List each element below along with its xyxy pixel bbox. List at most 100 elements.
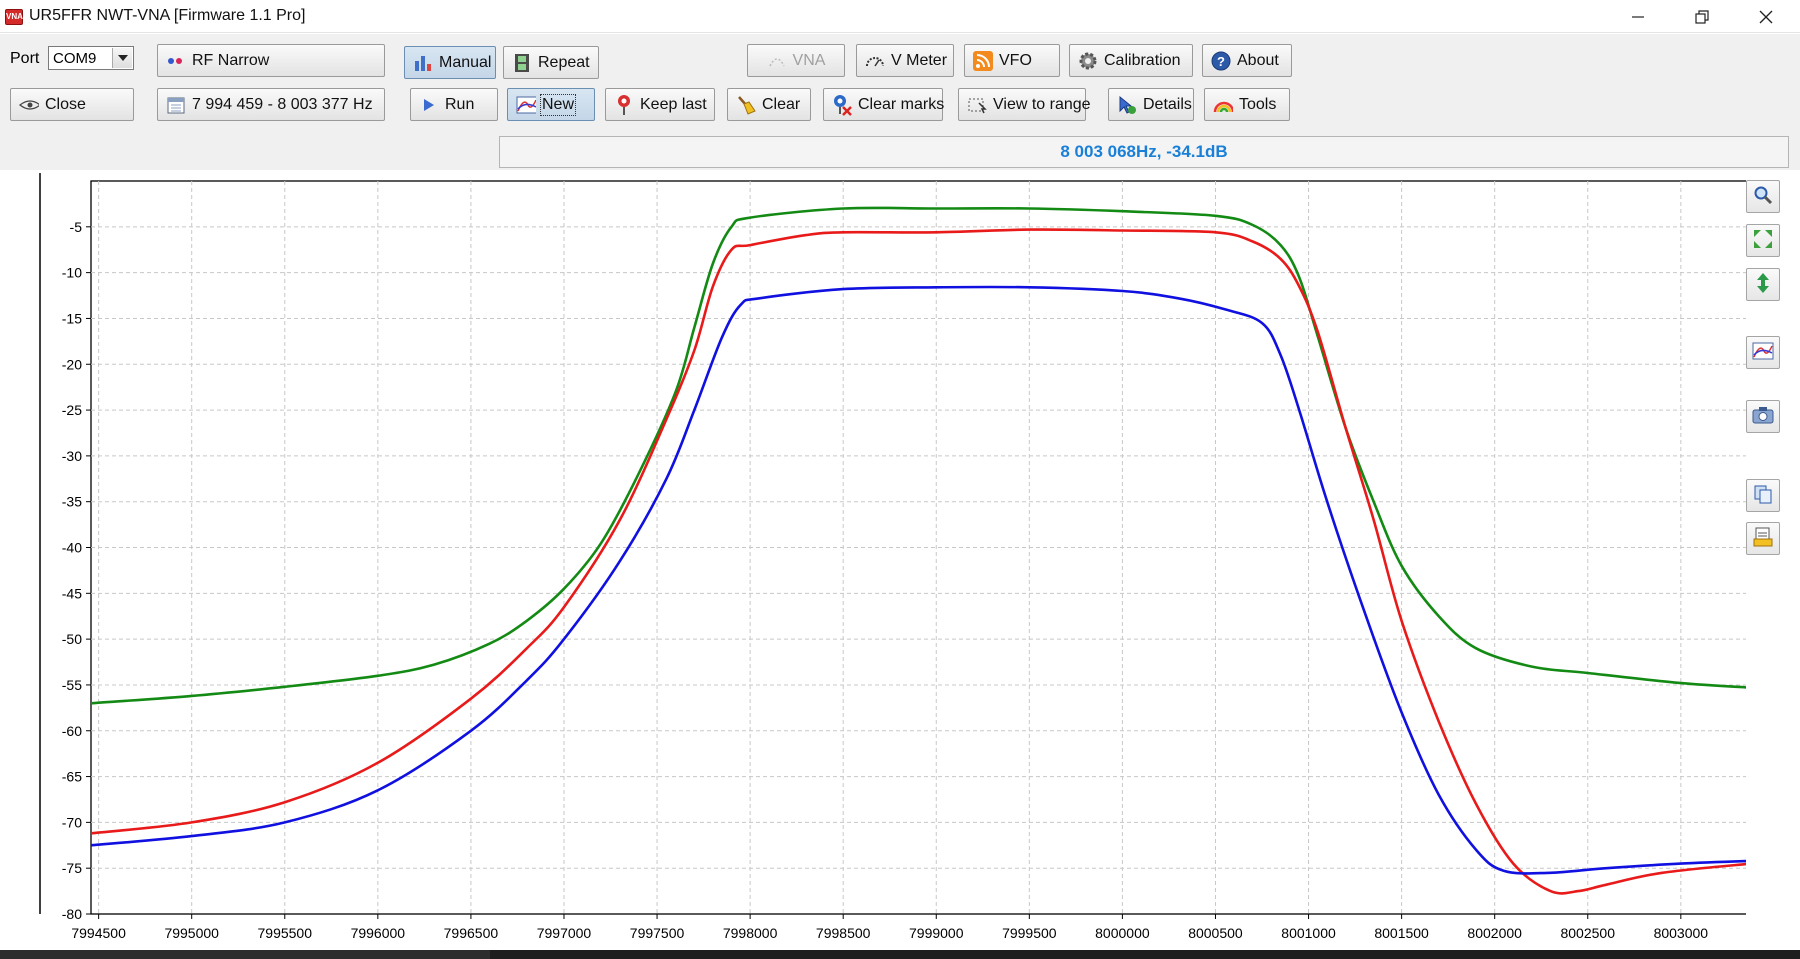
document-icon (1753, 527, 1773, 551)
rss-icon (973, 50, 993, 71)
bar-chart-icon (413, 53, 433, 73)
port-value: COM9 (53, 49, 97, 67)
about-label: About (1237, 51, 1279, 69)
y-tick-label: -35 (62, 494, 82, 510)
x-tick-label: 7995500 (258, 925, 313, 940)
clear-marks-icon (832, 94, 852, 116)
clear-marks-button[interactable]: Clear marks (823, 88, 945, 121)
details-button[interactable]: Details (1108, 88, 1194, 121)
pin-icon (614, 94, 634, 115)
port-label: Port (10, 50, 40, 67)
dots-icon (166, 51, 186, 71)
vmeter-button[interactable]: V Meter (856, 44, 954, 77)
magnifier-icon (1753, 185, 1773, 209)
window-title: UR5FFR NWT-VNA [Firmware 1.1 Pro] (29, 7, 306, 24)
x-tick-label: 8003000 (1654, 925, 1709, 940)
rainbow-icon (1213, 95, 1233, 115)
vfo-button[interactable]: VFO (964, 44, 1060, 77)
manual-label: Manual (439, 53, 492, 71)
screenshot-button[interactable] (1746, 400, 1780, 433)
y-tick-label: -45 (62, 585, 82, 601)
x-tick-label: 7994500 (71, 925, 126, 940)
fit-all-button[interactable] (1746, 224, 1780, 257)
keep-last-button[interactable]: Keep last (605, 88, 715, 121)
x-tick-label: 7998500 (816, 925, 871, 940)
chart-icon (1752, 341, 1774, 365)
x-tick-label: 7996000 (351, 925, 406, 940)
expand-icon (1752, 228, 1774, 254)
cursor-details-icon (1117, 95, 1137, 115)
app-icon: VNA (5, 9, 23, 25)
calibration-button[interactable]: Calibration (1069, 44, 1193, 77)
port-select[interactable]: COM9 (48, 46, 134, 70)
zoom-button[interactable] (1746, 180, 1780, 213)
y-tick-label: -80 (62, 906, 82, 922)
y-tick-label: -10 (62, 265, 82, 281)
y-tick-label: -25 (62, 402, 82, 418)
play-icon (419, 95, 439, 115)
view-to-range-label: View to range (993, 95, 1091, 113)
close-label: Close (45, 95, 86, 113)
export-button[interactable] (1746, 522, 1780, 555)
new-button[interactable]: New (507, 88, 595, 121)
y-tick-label: -40 (62, 540, 82, 556)
help-icon: ? (1211, 51, 1231, 71)
tools-button[interactable]: Tools (1204, 88, 1290, 121)
x-tick-label: 8000000 (1095, 925, 1150, 940)
copy-icon (1753, 484, 1773, 508)
x-tick-label: 7997000 (537, 925, 592, 940)
vertical-arrows-icon (1756, 272, 1770, 298)
svg-text:?: ? (1217, 54, 1225, 69)
title-bar: VNA UR5FFR NWT-VNA [Firmware 1.1 Pro] (0, 0, 1800, 33)
eye-icon (19, 95, 39, 115)
repeat-button[interactable]: Repeat (503, 46, 599, 79)
details-label: Details (1143, 95, 1192, 113)
minimize-button[interactable] (1606, 0, 1670, 33)
close-button[interactable]: Close (10, 88, 134, 121)
x-tick-label: 7999000 (909, 925, 964, 940)
y-tick-label: -75 (62, 860, 82, 876)
run-button[interactable]: Run (410, 88, 498, 121)
taskbar-strip (0, 950, 1800, 959)
y-tick-label: -55 (62, 677, 82, 693)
about-button[interactable]: ? About (1202, 44, 1292, 77)
calendar-icon (166, 95, 186, 115)
vfo-label: VFO (999, 51, 1032, 69)
x-tick-label: 7995000 (164, 925, 219, 940)
copy-button[interactable] (1746, 479, 1780, 512)
x-tick-label: 8001500 (1374, 925, 1429, 940)
y-tick-label: -30 (62, 448, 82, 464)
clear-marks-label: Clear marks (858, 95, 945, 113)
manual-button[interactable]: Manual (404, 46, 496, 79)
y-tick-label: -60 (62, 723, 82, 739)
gear-icon (1078, 51, 1098, 71)
y-tick-label: -70 (62, 814, 82, 830)
y-tick-label: -15 (62, 310, 82, 326)
chart-area[interactable]: 7994500 7995000 7995500 7996000 7996500 79970… (10, 170, 1752, 941)
chevron-down-icon (112, 48, 132, 68)
vna-button[interactable]: VNA (747, 44, 845, 77)
x-tick-label: 8002500 (1560, 925, 1615, 940)
fit-vertical-button[interactable] (1746, 268, 1780, 301)
view-to-range-button[interactable]: View to range (958, 88, 1091, 121)
restore-button[interactable] (1670, 0, 1734, 33)
new-chart-icon (516, 95, 536, 115)
vna-label: VNA (792, 51, 826, 69)
x-tick-label: 8002000 (1467, 925, 1522, 940)
calibration-label: Calibration (1104, 51, 1181, 69)
view-range-icon (967, 95, 987, 115)
gauge-icon (865, 51, 885, 71)
vna-icon (767, 51, 787, 71)
x-tick-label: 7997500 (630, 925, 685, 940)
keep-last-label: Keep last (640, 95, 707, 113)
response-chart[interactable]: 7994500 7995000 7995500 7996000 7996500 79970… (10, 170, 1752, 941)
marker-readout-panel: 8 003 068Hz, -34.1dB (499, 136, 1789, 168)
mode-button[interactable]: RF Narrow (157, 44, 385, 77)
close-window-button[interactable] (1734, 0, 1798, 33)
frequency-range-button[interactable]: 7 994 459 - 8 003 377 Hz (157, 88, 385, 121)
vmeter-label: V Meter (891, 51, 948, 69)
clear-button[interactable]: Clear (727, 88, 811, 121)
film-icon (512, 53, 532, 73)
chart-new-button[interactable] (1746, 336, 1780, 369)
new-label: New (539, 93, 577, 116)
